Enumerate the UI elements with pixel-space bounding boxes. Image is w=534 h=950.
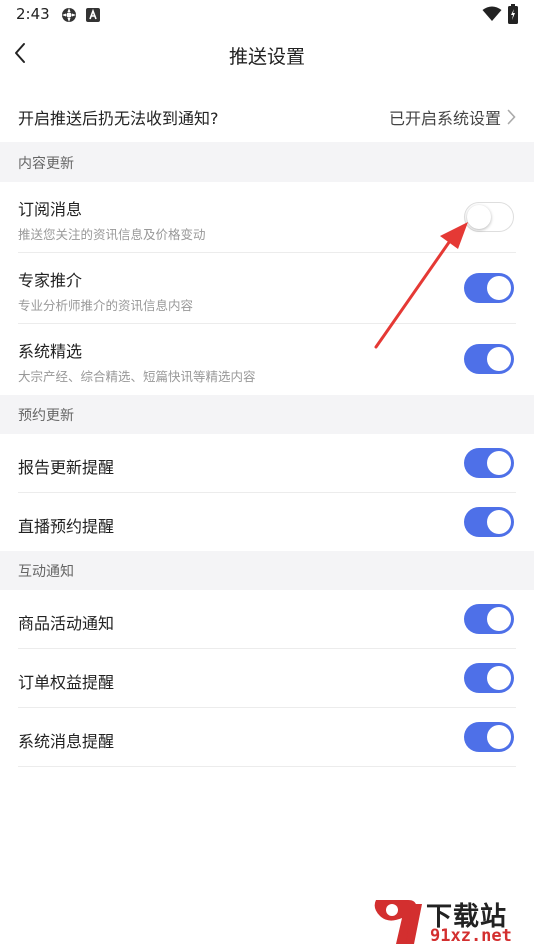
subscription-toggle[interactable] — [464, 202, 514, 232]
setting-subtitle: 专业分析师推介的资讯信息内容 — [18, 298, 194, 313]
setting-row-subscription: 订阅消息 推送您关注的资讯信息及价格变动 — [18, 182, 516, 253]
setting-row-system-picks: 系统精选 大宗产经、综合精选、短篇快讯等精选内容 — [18, 324, 516, 394]
setting-subtitle: 大宗产经、综合精选、短篇快讯等精选内容 — [18, 369, 256, 384]
section-header-content-updates: 内容更新 — [0, 142, 534, 182]
setting-title: 直播预约提醒 — [18, 517, 115, 536]
report-update-toggle[interactable] — [464, 448, 514, 478]
setting-title: 订单权益提醒 — [18, 673, 115, 692]
toggle-knob — [487, 725, 511, 749]
section-header-label: 互动通知 — [18, 564, 74, 580]
nav-bar: 推送设置 — [0, 28, 534, 80]
setting-row-live-booking: 直播预约提醒 — [18, 493, 516, 551]
watermark-logo-icon — [374, 900, 422, 944]
page-title: 推送设置 — [228, 46, 305, 68]
toggle-knob — [487, 347, 511, 371]
product-activity-toggle[interactable] — [464, 604, 514, 634]
toggle-knob — [487, 666, 511, 690]
battery-charging-icon — [508, 4, 518, 28]
setting-row-report-update: 报告更新提醒 — [18, 434, 516, 493]
chevron-right-icon — [507, 109, 516, 125]
expert-picks-toggle[interactable] — [464, 273, 514, 303]
setting-title: 系统精选 — [18, 342, 83, 361]
setting-title: 商品活动通知 — [18, 614, 115, 633]
setting-title: 系统消息提醒 — [18, 732, 115, 751]
settings-gear-icon — [60, 6, 78, 28]
section-header-label: 预约更新 — [18, 408, 74, 424]
watermark: 下载站 91xz.net — [368, 890, 534, 950]
live-booking-toggle[interactable] — [464, 507, 514, 537]
notice-text: 开启推送后扔无法收到通知? — [18, 109, 219, 128]
toggle-knob — [487, 607, 511, 631]
toggle-knob — [487, 510, 511, 534]
setting-row-system-messages: 系统消息提醒 — [18, 708, 516, 767]
order-benefits-toggle[interactable] — [464, 663, 514, 693]
section-header-interaction-notices: 互动通知 — [0, 551, 534, 590]
system-messages-toggle[interactable] — [464, 722, 514, 752]
setting-title: 报告更新提醒 — [18, 458, 115, 477]
section-header-booking-updates: 预约更新 — [0, 395, 534, 434]
setting-title: 专家推介 — [18, 271, 83, 290]
system-settings-link[interactable]: 已开启系统设置 — [389, 105, 516, 129]
setting-row-expert-picks: 专家推介 专业分析师推介的资讯信息内容 — [18, 253, 516, 324]
watermark-domain: 91xz.net — [430, 926, 512, 946]
status-bar: 2:43 — [0, 0, 534, 28]
toggle-knob — [487, 451, 511, 475]
system-picks-toggle[interactable] — [464, 344, 514, 374]
setting-subtitle: 推送您关注的资讯信息及价格变动 — [18, 227, 206, 242]
section-header-label: 内容更新 — [18, 156, 74, 172]
wifi-icon — [482, 6, 502, 26]
status-time: 2:43 — [16, 5, 50, 23]
toggle-knob — [467, 205, 491, 229]
setting-row-order-benefits: 订单权益提醒 — [18, 649, 516, 708]
notice-row[interactable]: 开启推送后扔无法收到通知? 已开启系统设置 — [0, 88, 534, 142]
toggle-knob — [487, 276, 511, 300]
system-settings-label: 已开启系统设置 — [388, 109, 501, 128]
app-a-icon — [86, 7, 100, 26]
setting-title: 订阅消息 — [18, 200, 83, 219]
setting-row-product-activity: 商品活动通知 — [18, 590, 516, 649]
